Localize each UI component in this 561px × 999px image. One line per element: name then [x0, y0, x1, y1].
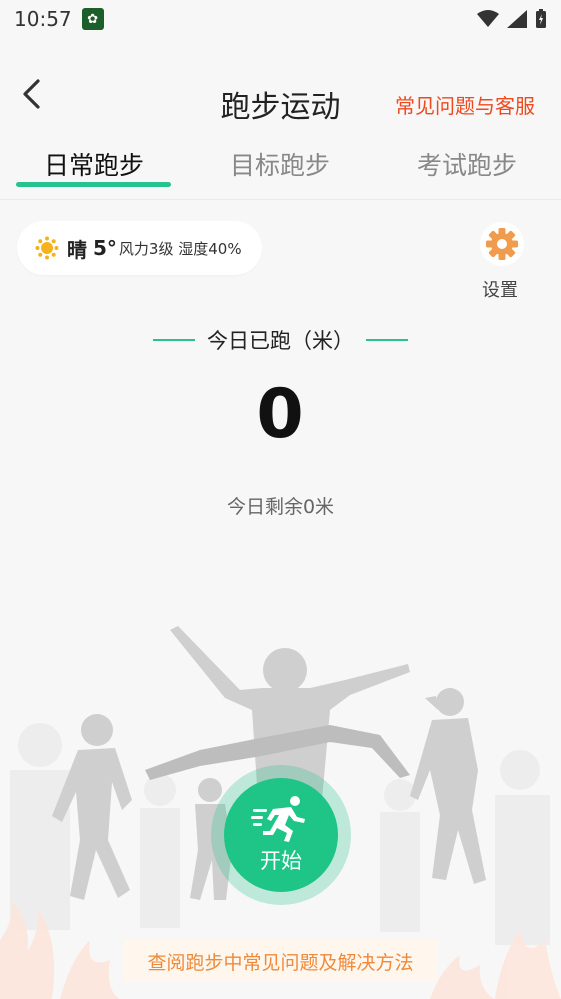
start-button[interactable]: 开始: [224, 778, 338, 892]
active-tab-indicator: [16, 182, 171, 187]
tab-exam-running[interactable]: 考试跑步: [387, 146, 547, 182]
gear-icon-wrap: [480, 222, 524, 266]
weather-detail: 风力3级 湿度40%: [118, 239, 242, 258]
status-bar: 10:57 ✿: [0, 0, 561, 38]
today-distance-value: 0: [256, 375, 305, 454]
notification-app-icon: ✿: [81, 8, 104, 30]
gear-icon: [486, 228, 518, 260]
sun-icon: [35, 236, 59, 260]
weather-condition: 晴: [67, 237, 87, 262]
weather-temperature: 5°: [93, 236, 117, 260]
nav-bar: 跑步运动 常见问题与客服: [0, 60, 561, 140]
tab-target-running[interactable]: 目标跑步: [200, 146, 360, 182]
signal-icon: [507, 10, 527, 28]
header-line-left: [153, 339, 195, 341]
start-button-label: 开始: [260, 849, 302, 873]
tabs-divider: [0, 199, 561, 200]
settings-label: 设置: [482, 280, 518, 301]
battery-icon: [536, 9, 546, 28]
faq-service-link[interactable]: 常见问题与客服: [395, 90, 535, 119]
today-remaining: 今日剩余0米: [226, 496, 335, 518]
header-line-right: [366, 339, 408, 341]
status-time: 10:57: [14, 7, 72, 31]
tab-bar: 日常跑步 目标跑步 考试跑步: [0, 140, 561, 200]
faq-banner-link[interactable]: 查阅跑步中常见问题及解决方法: [123, 940, 438, 982]
today-header: 今日已跑（米）: [0, 325, 561, 355]
status-left: 10:57 ✿: [14, 7, 104, 31]
wifi-icon: [477, 10, 499, 27]
today-header-label: 今日已跑（米）: [207, 329, 354, 353]
running-person-icon: [251, 796, 305, 842]
status-right: [477, 9, 547, 29]
tab-daily-running[interactable]: 日常跑步: [14, 146, 174, 182]
weather-pill: 晴 5° 风力3级 湿度40%: [17, 221, 262, 275]
settings-button[interactable]: 设置: [480, 222, 526, 302]
